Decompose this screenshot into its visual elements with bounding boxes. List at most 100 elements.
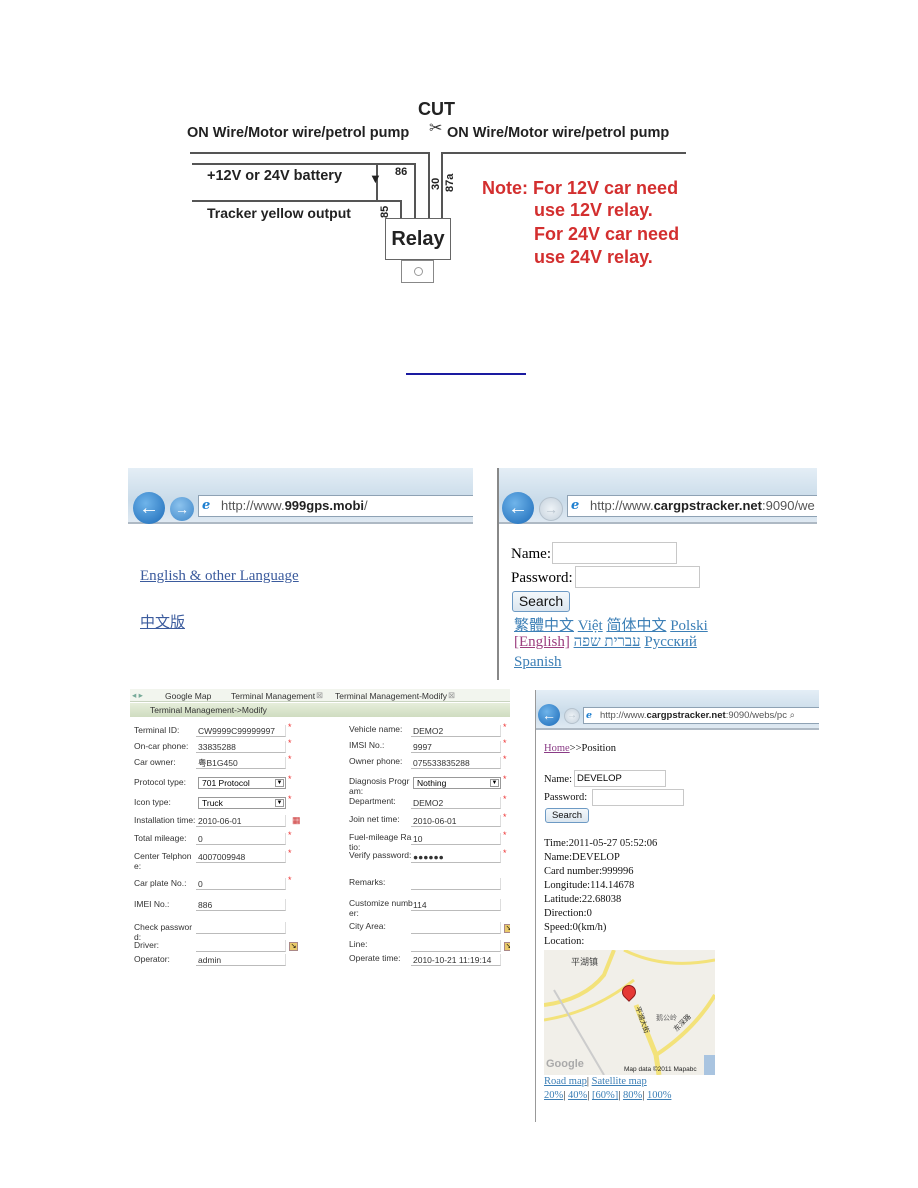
input-field[interactable]: admin [196,954,286,966]
lang-english[interactable]: [English] [514,634,570,650]
panel-header-title: Terminal Management->Modify [150,705,267,715]
back-button[interactable]: ← [538,704,560,726]
picker-icon[interactable]: ↘ [504,924,510,933]
lang-spanish[interactable]: Spanish [514,654,562,670]
field-label: Line: [349,939,368,949]
input-field[interactable]: 114 [411,899,501,911]
input-field[interactable]: 33835288 [196,741,286,753]
link-chinese[interactable]: 中文版 [140,611,185,632]
scissors-icon: ✂ [429,120,443,137]
input-field[interactable]: 粤B1G450 [196,757,286,769]
position-info-line: Longitude:114.14678 [544,880,635,891]
search-button[interactable]: Search [512,591,570,612]
lang-russian[interactable]: Русский [644,634,697,650]
breadcrumb-home[interactable]: Home [544,743,570,754]
relay-box: Relay [385,218,451,260]
road-map-link[interactable]: Road map [544,1076,587,1087]
forward-button[interactable]: → [170,497,194,521]
back-button[interactable]: ← [502,492,534,524]
zoom-100[interactable]: 100% [647,1090,672,1101]
input-field[interactable] [196,940,286,952]
relay-mount [401,260,434,283]
field-label: Owner phone: [349,756,403,766]
name-input[interactable] [552,542,677,564]
select-field[interactable]: Truck ▼ [198,797,286,809]
wire-left [190,152,430,154]
select-field[interactable]: 701 Protocol ▼ [198,777,286,789]
link-english[interactable]: English & other Language [140,568,299,585]
location-map[interactable]: 平湖镇 鹅公岭 平湖大街 东深路 Google Map data ©2011 M… [544,950,715,1075]
pin-87a-label: 87a [444,173,456,192]
input-field[interactable] [196,922,286,934]
satellite-map-link[interactable]: Satellite map [592,1076,647,1087]
position-info-line: Speed:0(km/h) [544,922,607,933]
required-icon: * [503,738,507,748]
field-label: Center Telphon e: [134,851,192,871]
search-button[interactable]: Search [545,808,589,823]
input-field[interactable]: 886 [196,899,286,911]
ie-icon: e [586,710,593,721]
required-icon: * [503,848,507,858]
input-field[interactable]: 0 [196,833,286,845]
zoom-40[interactable]: 40% [568,1090,587,1101]
field-label: Customize numb er: [349,898,413,918]
name-input[interactable]: DEVELOP [574,770,666,787]
lang-polish[interactable]: Polski [670,618,708,634]
lang-hebrew[interactable]: עברית שפה [574,634,641,650]
input-field[interactable]: 0 [196,878,286,890]
address-bar[interactable]: e http://www.cargpstracker.net:9090/webs/… [583,707,819,724]
picker-icon[interactable]: ↘ [504,942,510,951]
input-field[interactable] [411,878,501,890]
terminal-management-screenshot: ◂ ▸ Google Map Terminal Management ⊠ Ter… [130,689,510,971]
select-field[interactable]: Nothing ▼ [413,777,501,789]
close-tab-icon[interactable]: ⊠ [316,690,323,700]
field-label: Car plate No.: [134,878,187,888]
field-label: Fuel-mileage Ra tio: [349,832,412,852]
forward-button[interactable]: → [539,497,563,521]
field-label: Check passwor d: [134,922,193,942]
input-field[interactable]: DEMO2 [411,725,501,737]
tab-google-map[interactable]: Google Map [165,691,211,701]
search-icon[interactable]: ⌕ [790,710,795,721]
close-tab-icon[interactable]: ⊠ [448,690,455,700]
pin-86-label: 86 [395,166,408,178]
nav-arrows-icon[interactable]: ◂ ▸ [132,690,143,700]
input-field[interactable]: DEMO2 [411,797,501,809]
calendar-icon[interactable]: ▦ [292,815,301,826]
field-label: Total mileage: [134,833,187,843]
address-bar[interactable]: e http://www.cargpstracker.net:9090/we [567,495,817,517]
position-info-line: Card number:999996 [544,866,634,877]
password-input[interactable] [575,566,700,588]
position-browser-screenshot: ← → e http://www.cargpstracker.net:9090/w… [535,690,819,1122]
input-field[interactable]: 9997 [411,741,501,753]
zoom-60[interactable]: [60%] [592,1090,618,1101]
address-bar[interactable]: e http://www.999gps.mobi/ [198,495,473,517]
lang-vietnamese[interactable]: Việt [578,618,603,634]
hyperlink-underline[interactable] [406,373,526,375]
zoom-80[interactable]: 80% [623,1090,642,1101]
picker-icon[interactable]: ↘ [289,942,298,951]
forward-button[interactable]: → [564,708,580,724]
lang-simplified-chinese[interactable]: 简体中文 [606,618,666,634]
input-field[interactable]: 4007009948 [196,851,286,863]
input-field[interactable]: 10 [411,833,501,845]
input-field[interactable]: 075533835288 [411,757,501,769]
zoom-20[interactable]: 20% [544,1090,563,1101]
input-field[interactable]: 2010-06-01 [411,815,501,827]
input-field[interactable] [411,940,501,952]
chevron-down-icon: ▼ [490,779,499,787]
lang-traditional-chinese[interactable]: 繁體中文 [514,618,574,634]
back-button[interactable]: ← [133,492,165,524]
input-field[interactable]: CW9999C99999997 [196,725,286,737]
input-field[interactable] [411,922,501,934]
field-label: Icon type: [134,797,171,807]
input-field[interactable]: ●●●●●● [411,851,501,863]
tab-terminal-management-modify[interactable]: Terminal Management-Modify [335,691,447,701]
input-field[interactable]: 2010-06-01 [196,815,286,827]
input-field[interactable]: 2010-10-21 11:19:14 [411,954,501,966]
tab-terminal-management[interactable]: Terminal Management [231,691,315,701]
password-input[interactable] [592,789,684,806]
field-label: Operate time: [349,953,401,963]
tracker-label: Tracker yellow output [207,205,351,221]
map-label: 平湖镇 [571,957,599,967]
